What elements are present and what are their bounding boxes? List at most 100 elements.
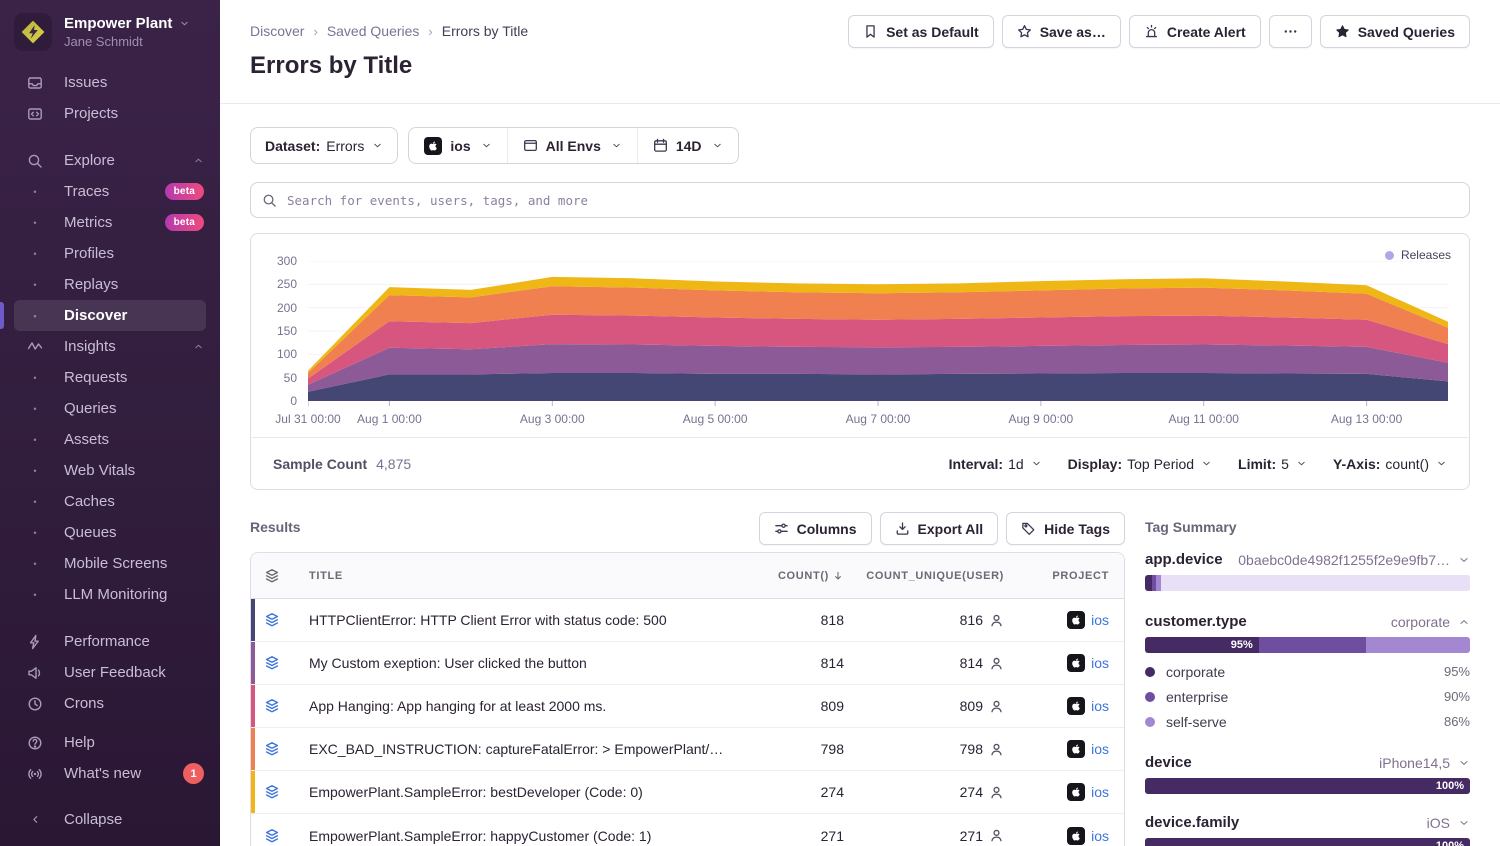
table-row[interactable]: EmpowerPlant.SampleError: bestDeveloper … xyxy=(251,771,1124,814)
sidebar-item-issues[interactable]: Issues xyxy=(0,67,220,98)
tag-section-header[interactable]: app.device0baebc0de4982f1255f2e9e9fb7… xyxy=(1145,551,1470,568)
releases-legend-dot xyxy=(1385,251,1394,260)
sidebar-item-projects[interactable]: Projects xyxy=(0,98,220,129)
sidebar-item-traces[interactable]: •Tracesbeta xyxy=(0,176,220,207)
sidebar-item-label: Help xyxy=(64,734,95,751)
sidebar-item-metrics[interactable]: •Metricsbeta xyxy=(0,207,220,238)
bullet-icon: • xyxy=(26,187,44,197)
count-unique-value: 271 xyxy=(960,828,983,844)
row-count: 274 xyxy=(724,784,844,800)
project-link[interactable]: ios xyxy=(1091,784,1109,800)
sidebar-item-queues[interactable]: •Queues xyxy=(0,517,220,548)
sidebar-section-insights[interactable]: Insights xyxy=(0,331,220,362)
project-link[interactable]: ios xyxy=(1091,655,1109,671)
column-header-count-unique[interactable]: COUNT_UNIQUE(USER) xyxy=(844,570,1004,582)
sidebar-item-help[interactable]: Help xyxy=(0,727,220,758)
chevron-down-icon xyxy=(481,140,492,151)
tag-section-header[interactable]: customer.typecorporate xyxy=(1145,613,1470,630)
sidebar-item-caches[interactable]: •Caches xyxy=(0,486,220,517)
row-title[interactable]: EXC_BAD_INSTRUCTION: captureFatalError: … xyxy=(297,741,724,757)
row-title[interactable]: EmpowerPlant.SampleError: happyCustomer … xyxy=(297,828,724,844)
yaxis-control[interactable]: Y-Axis:count() xyxy=(1333,456,1447,472)
project-link[interactable]: ios xyxy=(1091,698,1109,714)
org-switcher[interactable]: Empower Plant Jane Schmidt xyxy=(0,0,220,64)
create-alert-button[interactable]: Create Alert xyxy=(1129,15,1261,48)
notification-badge: 1 xyxy=(183,763,204,784)
results-buttons: Columns Export All Hide Tags xyxy=(759,512,1125,545)
row-title[interactable]: HTTPClientError: HTTP Client Error with … xyxy=(297,612,724,628)
project-link[interactable]: ios xyxy=(1091,828,1109,844)
chevron-down-icon[interactable] xyxy=(1458,757,1470,769)
sidebar-item-replays[interactable]: •Replays xyxy=(0,269,220,300)
columns-button[interactable]: Columns xyxy=(759,512,872,545)
table-row[interactable]: HTTPClientError: HTTP Client Error with … xyxy=(251,599,1124,642)
row-title[interactable]: My Custom exeption: User clicked the but… xyxy=(297,655,724,671)
sidebar-item-profiles[interactable]: •Profiles xyxy=(0,238,220,269)
more-options-button[interactable] xyxy=(1269,15,1312,48)
sidebar-item-label: Crons xyxy=(64,695,104,712)
button-label: Export All xyxy=(918,521,984,537)
table-row[interactable]: EXC_BAD_INSTRUCTION: captureFatalError: … xyxy=(251,728,1124,771)
limit-control[interactable]: Limit:5 xyxy=(1238,456,1307,472)
sidebar-item-label: What's new xyxy=(64,765,141,782)
columns-icon xyxy=(774,521,789,536)
sidebar-item-queries[interactable]: •Queries xyxy=(0,393,220,424)
button-label: Saved Queries xyxy=(1358,24,1455,40)
search-input[interactable] xyxy=(285,192,1458,209)
export-all-button[interactable]: Export All xyxy=(880,512,999,545)
saved-queries-button[interactable]: Saved Queries xyxy=(1320,15,1470,48)
bullet-icon: • xyxy=(26,249,44,259)
display-control[interactable]: Display:Top Period xyxy=(1068,456,1212,472)
sidebar-item-discover[interactable]: •Discover xyxy=(14,300,206,331)
chevron-down-icon[interactable] xyxy=(1458,817,1470,829)
sidebar-item-performance[interactable]: Performance xyxy=(0,626,220,657)
sidebar-item-requests[interactable]: •Requests xyxy=(0,362,220,393)
date-range-filter[interactable]: 14D xyxy=(637,128,738,163)
sidebar-item-what-s-new[interactable]: What's new 1 xyxy=(0,758,220,789)
help-icon xyxy=(26,734,44,752)
sidebar-item-web-vitals[interactable]: •Web Vitals xyxy=(0,455,220,486)
bullet-icon: • xyxy=(26,435,44,445)
row-title[interactable]: EmpowerPlant.SampleError: bestDeveloper … xyxy=(297,784,724,800)
tag-key: customer.type xyxy=(1145,613,1247,630)
chevron-down-icon[interactable] xyxy=(1458,554,1470,566)
column-header-title[interactable]: TITLE xyxy=(297,570,724,582)
chart-legend[interactable]: Releases xyxy=(1385,248,1451,262)
layers-icon xyxy=(264,741,280,757)
set-as-default-button[interactable]: Set as Default xyxy=(848,15,994,48)
row-project: ios xyxy=(1004,611,1124,629)
dataset-filter[interactable]: Dataset: Errors xyxy=(250,127,398,164)
row-title[interactable]: App Hanging: App hanging for at least 20… xyxy=(297,698,724,714)
sidebar-section-label: Insights xyxy=(64,338,116,355)
sidebar-item-llm-monitoring[interactable]: •LLM Monitoring xyxy=(0,579,220,610)
save-as--button[interactable]: Save as… xyxy=(1002,15,1121,48)
sidebar-item-user-feedback[interactable]: User Feedback xyxy=(0,657,220,688)
breadcrumb-link[interactable]: Discover xyxy=(250,23,304,39)
sidebar-item-crons[interactable]: Crons xyxy=(0,688,220,719)
table-row[interactable]: My Custom exeption: User clicked the but… xyxy=(251,642,1124,685)
chevron-up-icon[interactable] xyxy=(1458,616,1470,628)
project-filter[interactable]: ios xyxy=(409,128,506,163)
table-row[interactable]: App Hanging: App hanging for at least 20… xyxy=(251,685,1124,728)
sidebar-item-assets[interactable]: •Assets xyxy=(0,424,220,455)
sidebar-item-label: User Feedback xyxy=(64,664,166,681)
hide-tags-button[interactable]: Hide Tags xyxy=(1006,512,1125,545)
project-link[interactable]: ios xyxy=(1091,741,1109,757)
sidebar-section-explore[interactable]: Explore xyxy=(0,145,220,176)
apple-icon xyxy=(424,137,442,155)
tag-section-header[interactable]: device.familyiOS xyxy=(1145,814,1470,831)
tag-section-header[interactable]: deviceiPhone14,5 xyxy=(1145,754,1470,771)
column-header-count[interactable]: COUNT() xyxy=(724,570,844,582)
chart-card: Releases 050100150200250300 Jul 31 00:00… xyxy=(250,233,1470,490)
column-header-project[interactable]: PROJECT xyxy=(1004,570,1124,582)
table-row[interactable]: EmpowerPlant.SampleError: happyCustomer … xyxy=(251,814,1124,846)
interval-control[interactable]: Interval:1d xyxy=(949,456,1042,472)
breadcrumb-link[interactable]: Saved Queries xyxy=(327,23,420,39)
row-count: 798 xyxy=(724,741,844,757)
sidebar-item-label: Web Vitals xyxy=(64,462,135,479)
project-link[interactable]: ios xyxy=(1091,612,1109,628)
count-value: 809 xyxy=(821,698,844,714)
sidebar-item-mobile-screens[interactable]: •Mobile Screens xyxy=(0,548,220,579)
sidebar-collapse-button[interactable]: Collapse xyxy=(0,804,220,835)
environment-filter[interactable]: All Envs xyxy=(507,128,637,163)
